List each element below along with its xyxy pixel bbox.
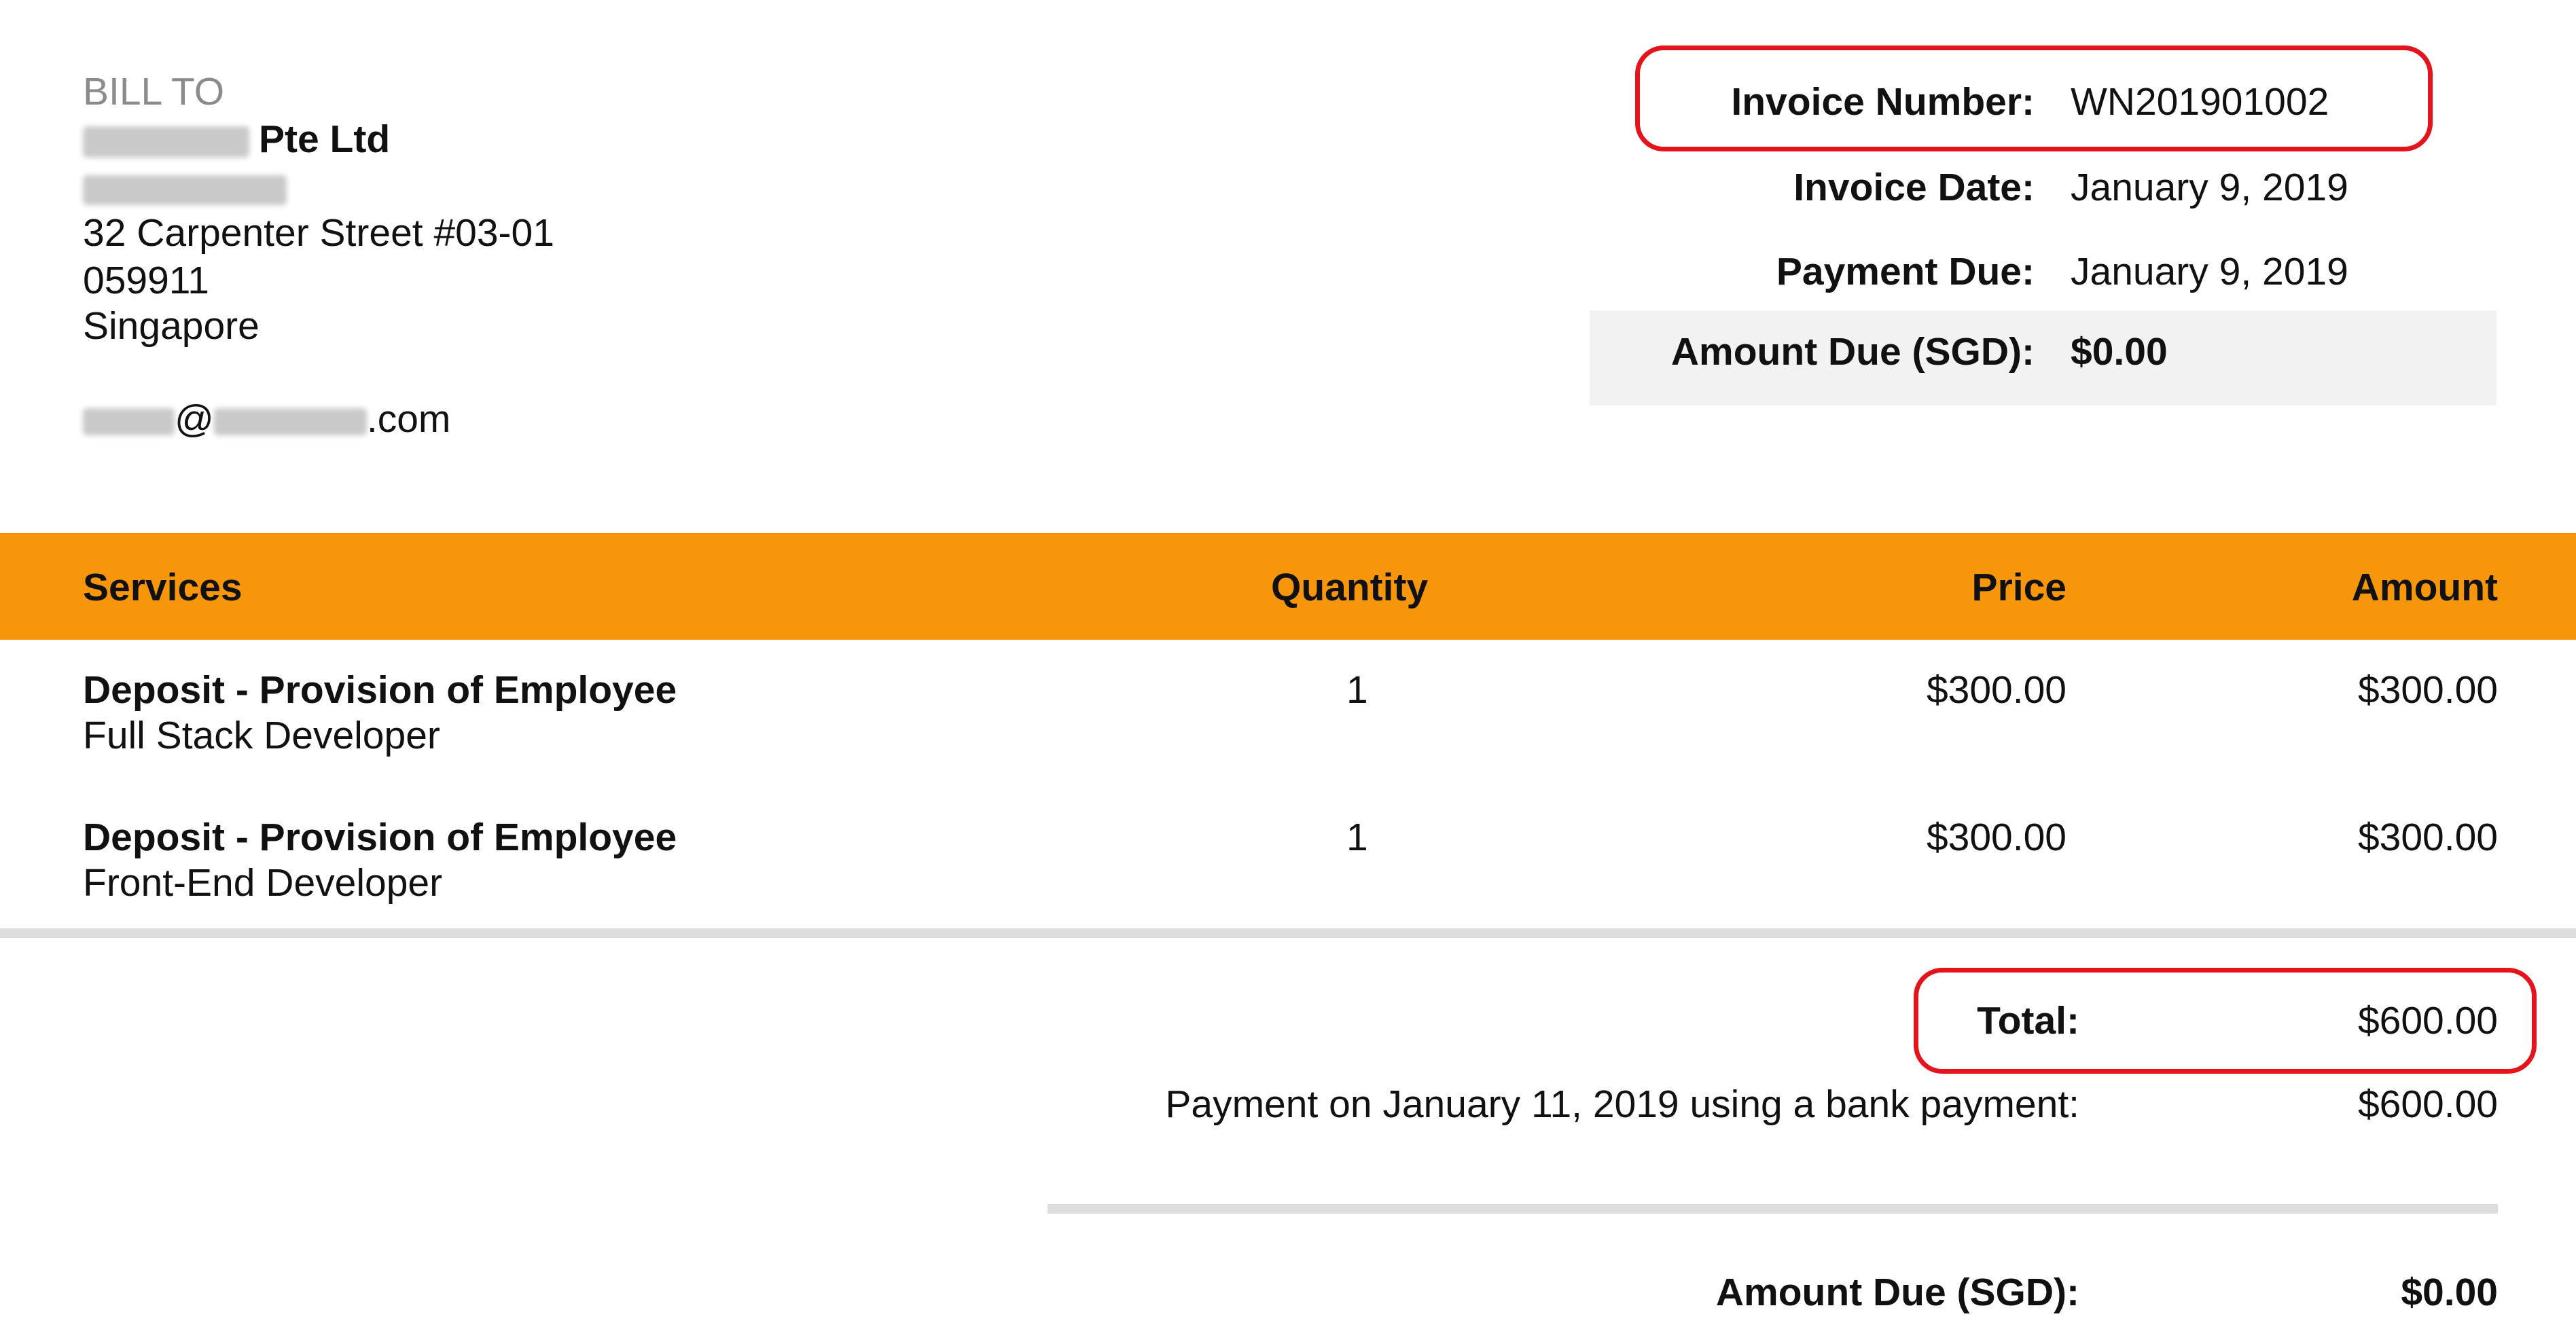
total-value: $600.00 [2357, 999, 2498, 1042]
payment-due-value: January 9, 2019 [2071, 250, 2348, 293]
redacted-contact-name [83, 175, 287, 205]
amount-due-value: $0.00 [2071, 330, 2168, 374]
payment-due-label: Payment Due: [1776, 250, 2035, 293]
row1-description: Full Stack Developer [83, 714, 440, 757]
address-postal-code: 059911 [83, 259, 209, 302]
row1-amount: $300.00 [2357, 668, 2498, 712]
totals-divider [1048, 1204, 2498, 1214]
address-line1: 32 Carpenter Street #03-01 [83, 211, 554, 255]
redacted-email-user [83, 407, 175, 435]
row2-service: Deposit - Provision of Employee [83, 816, 677, 859]
header-services: Services [83, 566, 243, 609]
row2-quantity: 1 [1346, 816, 1368, 859]
bill-to-email: @ .com [83, 397, 450, 441]
email-domain-suffix: .com [366, 397, 451, 441]
row2-amount: $300.00 [2357, 816, 2498, 859]
invoice-number-value: WN201901002 [2071, 80, 2329, 124]
row2-description: Front-End Developer [83, 861, 443, 905]
payment-label: Payment on January 11, 2019 using a bank… [1165, 1083, 2079, 1126]
total-label: Total: [1977, 999, 2079, 1042]
header-price: Price [1971, 566, 2067, 609]
row1-price: $300.00 [1926, 668, 2067, 712]
bill-to-label: BILL TO [83, 70, 225, 113]
bill-to-company: Pte Ltd [83, 117, 390, 162]
row1-service: Deposit - Provision of Employee [83, 668, 677, 712]
payment-value: $600.00 [2357, 1083, 2498, 1126]
final-amount-due-label: Amount Due (SGD): [1715, 1271, 2079, 1314]
header-quantity: Quantity [1271, 566, 1429, 609]
address-country: Singapore [83, 304, 260, 348]
invoice-date-label: Invoice Date: [1793, 166, 2035, 209]
redacted-email-domain [213, 407, 367, 435]
amount-due-label: Amount Due (SGD): [1670, 330, 2035, 374]
invoice-number-label: Invoice Number: [1731, 80, 2035, 124]
final-amount-due-value: $0.00 [2401, 1271, 2498, 1314]
company-suffix: Pte Ltd [259, 117, 391, 161]
invoice-date-value: January 9, 2019 [2071, 166, 2348, 209]
email-at: @ [175, 397, 214, 441]
header-amount: Amount [2351, 566, 2498, 609]
row2-price: $300.00 [1926, 816, 2067, 859]
row1-quantity: 1 [1346, 668, 1368, 712]
redacted-company-name [83, 126, 249, 158]
table-bottom-divider [0, 928, 2576, 938]
